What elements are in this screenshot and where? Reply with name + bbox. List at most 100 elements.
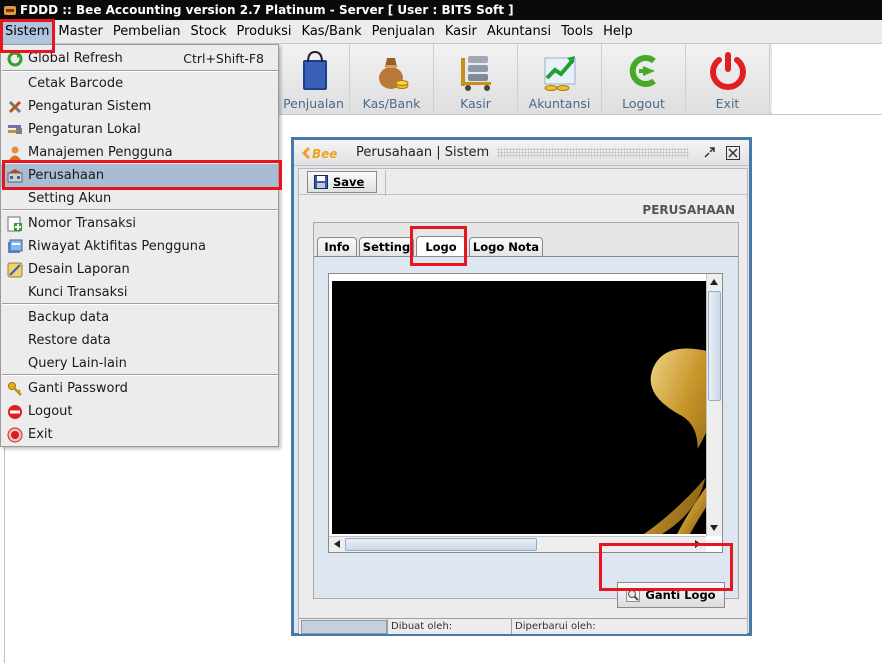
history-icon bbox=[7, 239, 23, 255]
menu-tools[interactable]: Tools bbox=[556, 20, 598, 44]
report-design-icon bbox=[7, 262, 23, 278]
horizontal-scroll-thumb[interactable] bbox=[345, 538, 537, 551]
tab-info[interactable]: Info bbox=[317, 237, 357, 256]
toolbar-kasir-button[interactable]: Kasir bbox=[434, 44, 518, 114]
menu-kas-bank[interactable]: Kas/Bank bbox=[297, 20, 367, 44]
menu-item-cetak-barcode[interactable]: Cetak Barcode bbox=[1, 72, 278, 95]
menu-item-setting-akun[interactable]: Setting Akun bbox=[1, 187, 278, 210]
svg-text:Bee: Bee bbox=[312, 147, 337, 160]
status-dibuat: Dibuat oleh: bbox=[387, 619, 511, 634]
exit-icon bbox=[7, 427, 23, 443]
menu-item-kunci-transaksi[interactable]: Kunci Transaksi bbox=[1, 281, 278, 304]
ganti-logo-button[interactable]: Ganti Logo bbox=[617, 582, 725, 608]
menu-item-exit[interactable]: Exit bbox=[1, 423, 278, 446]
menu-help[interactable]: Help bbox=[598, 20, 638, 44]
shopping-bag-icon bbox=[302, 50, 327, 90]
window-title: Perusahaan | Sistem bbox=[356, 145, 490, 160]
menu-bar: Sistem Master Pembelian Stock Produksi K… bbox=[0, 19, 882, 44]
restore-window-icon[interactable] bbox=[701, 145, 717, 161]
perusahaan-window: Bee Perusahaan | Sistem Save PERUSAHAAN … bbox=[291, 137, 752, 636]
menu-item-backup-data[interactable]: Backup data bbox=[1, 306, 278, 329]
menu-separator bbox=[2, 303, 278, 305]
menu-item-pengaturan-lokal[interactable]: Pengaturan Lokal bbox=[1, 118, 278, 141]
menu-sistem[interactable]: Sistem bbox=[0, 19, 54, 44]
status-bar: Dibuat oleh: Diperbarui oleh: bbox=[299, 618, 747, 634]
toolbar-exit-button[interactable]: Exit bbox=[686, 44, 770, 114]
scroll-down-icon[interactable] bbox=[707, 521, 721, 535]
company-logo-image bbox=[332, 281, 707, 534]
desktop-edge bbox=[4, 447, 5, 663]
cash-register-icon bbox=[460, 56, 491, 91]
menu-stock[interactable]: Stock bbox=[186, 20, 232, 44]
menu-item-riwayat-aktifitas[interactable]: Riwayat Aktifitas Pengguna bbox=[1, 235, 278, 258]
toolbar-logout-button[interactable]: Logout bbox=[602, 44, 686, 114]
toolbar-label: Logout bbox=[622, 96, 665, 111]
save-toolbar: Save bbox=[299, 169, 747, 196]
toolbar-label: Kas/Bank bbox=[362, 96, 421, 111]
sistem-dropdown-menu: Global Refresh Ctrl+Shift-F8 Cetak Barco… bbox=[0, 44, 279, 447]
tab-logo-nota[interactable]: Logo Nota bbox=[469, 237, 543, 256]
page-heading: PERUSAHAAN bbox=[642, 203, 735, 217]
logout-icon bbox=[7, 404, 23, 420]
title-grip bbox=[497, 147, 689, 158]
toolbar-label: Exit bbox=[715, 96, 740, 111]
menu-item-nomor-transaksi[interactable]: Nomor Transaksi bbox=[1, 212, 278, 235]
scroll-left-icon[interactable] bbox=[330, 537, 344, 551]
perusahaan-window-body: Save PERUSAHAAN Info Setting Logo Logo N… bbox=[298, 168, 748, 634]
menu-penjualan[interactable]: Penjualan bbox=[367, 20, 440, 44]
perusahaan-window-title-bar[interactable]: Bee Perusahaan | Sistem bbox=[294, 140, 749, 166]
toolbar-empty-area bbox=[772, 44, 882, 114]
tab-logo[interactable]: Logo bbox=[416, 236, 466, 256]
menu-kasir[interactable]: Kasir bbox=[440, 20, 482, 44]
menu-item-restore-data[interactable]: Restore data bbox=[1, 329, 278, 352]
app-icon bbox=[4, 5, 16, 15]
menu-item-pengaturan-sistem[interactable]: Pengaturan Sistem bbox=[1, 95, 278, 118]
toolbar-label: Akuntansi bbox=[528, 96, 591, 111]
bee-logo: Bee bbox=[302, 146, 352, 160]
status-diperbarui: Diperbarui oleh: bbox=[511, 619, 747, 634]
logo-scroll-pane[interactable] bbox=[328, 273, 723, 553]
vertical-scrollbar[interactable] bbox=[706, 274, 722, 536]
main-toolbar: Penjualan Kas/Bank Kasir Akuntansi Logou… bbox=[278, 44, 772, 114]
menu-item-logout[interactable]: Logout bbox=[1, 400, 278, 423]
menu-separator bbox=[2, 374, 278, 376]
tab-setting[interactable]: Setting bbox=[359, 237, 414, 256]
horizontal-scrollbar[interactable] bbox=[329, 536, 706, 552]
logout-arrow-icon bbox=[629, 55, 656, 87]
money-bag-icon bbox=[378, 58, 408, 89]
menu-item-query-lain[interactable]: Query Lain-lain bbox=[1, 352, 278, 375]
toolbar-akuntansi-button[interactable]: Akuntansi bbox=[518, 44, 602, 114]
company-icon bbox=[7, 168, 23, 184]
menu-item-global-refresh[interactable]: Global Refresh Ctrl+Shift-F8 bbox=[1, 47, 278, 70]
menu-akuntansi[interactable]: Akuntansi bbox=[482, 20, 556, 44]
toolbar-label: Kasir bbox=[460, 96, 491, 111]
toolbar-penjualan-button[interactable]: Penjualan bbox=[278, 44, 350, 114]
menu-produksi[interactable]: Produksi bbox=[232, 20, 297, 44]
menu-item-perusahaan[interactable]: Perusahaan bbox=[1, 164, 278, 187]
add-number-icon bbox=[7, 216, 23, 232]
growth-chart-icon bbox=[544, 56, 575, 91]
menu-pembelian[interactable]: Pembelian bbox=[108, 20, 186, 44]
shortcut-label: Ctrl+Shift-F8 bbox=[183, 51, 264, 66]
menu-item-desain-laporan[interactable]: Desain Laporan bbox=[1, 258, 278, 281]
menu-master[interactable]: Master bbox=[53, 20, 107, 44]
power-icon bbox=[709, 52, 746, 90]
status-indicator bbox=[301, 620, 387, 634]
close-window-icon[interactable] bbox=[725, 145, 741, 161]
window-title: FDDD :: Bee Accounting version 2.7 Plati… bbox=[20, 3, 514, 17]
vertical-scroll-thumb[interactable] bbox=[708, 291, 721, 401]
save-button[interactable]: Save bbox=[307, 170, 386, 196]
scroll-right-icon[interactable] bbox=[691, 537, 705, 551]
window-title-bar: FDDD :: Bee Accounting version 2.7 Plati… bbox=[0, 0, 882, 20]
refresh-icon bbox=[7, 51, 23, 67]
menu-item-ganti-password[interactable]: Ganti Password bbox=[1, 377, 278, 400]
menu-item-manajemen-pengguna[interactable]: Manajemen Pengguna bbox=[1, 141, 278, 164]
settings-list-icon bbox=[7, 122, 23, 138]
scroll-up-icon[interactable] bbox=[707, 275, 721, 289]
tools-icon bbox=[7, 99, 23, 115]
floppy-disk-icon bbox=[314, 175, 328, 189]
magnifier-icon bbox=[626, 588, 641, 602]
menu-separator bbox=[2, 209, 278, 211]
toolbar-kas-bank-button[interactable]: Kas/Bank bbox=[350, 44, 434, 114]
key-icon bbox=[7, 381, 23, 397]
